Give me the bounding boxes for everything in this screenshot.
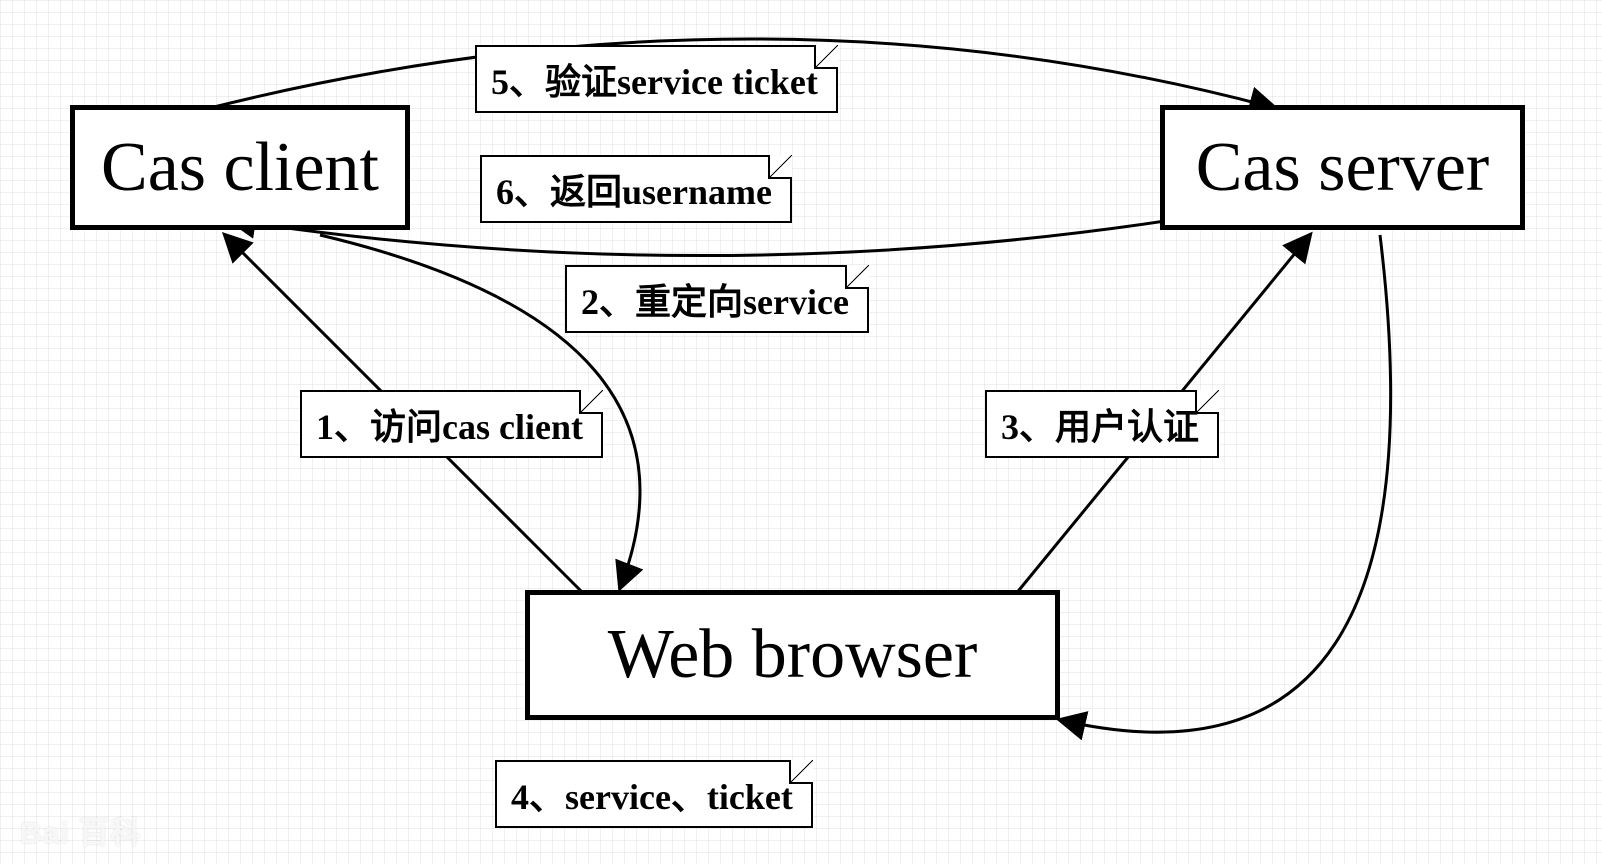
node-cas-client-label: Cas client (101, 128, 379, 208)
watermark: Bai 百科 (20, 808, 141, 852)
note-1-access-client: 1、访问cas client (300, 390, 603, 458)
note-4-text: 4、service、ticket (511, 777, 793, 817)
node-cas-client: Cas client (70, 105, 410, 230)
note-5-text: 5、验证service ticket (491, 62, 818, 102)
watermark-text: Bai 百科 (20, 817, 141, 850)
note-3-text: 3、用户认证 (1001, 407, 1199, 447)
note-3-user-auth: 3、用户认证 (985, 390, 1219, 458)
note-5-validate-ticket: 5、验证service ticket (475, 45, 838, 113)
node-cas-server-label: Cas server (1196, 128, 1490, 208)
note-2-redirect-service: 2、重定向service (565, 265, 869, 333)
note-2-text: 2、重定向service (581, 282, 849, 322)
note-4-service-ticket: 4、service、ticket (495, 760, 813, 828)
node-cas-server: Cas server (1160, 105, 1525, 230)
note-6-return-username: 6、返回username (480, 155, 792, 223)
note-6-text: 6、返回username (496, 172, 772, 212)
node-web-browser-label: Web browser (608, 615, 978, 695)
note-1-text: 1、访问cas client (316, 407, 583, 447)
node-web-browser: Web browser (525, 590, 1060, 720)
